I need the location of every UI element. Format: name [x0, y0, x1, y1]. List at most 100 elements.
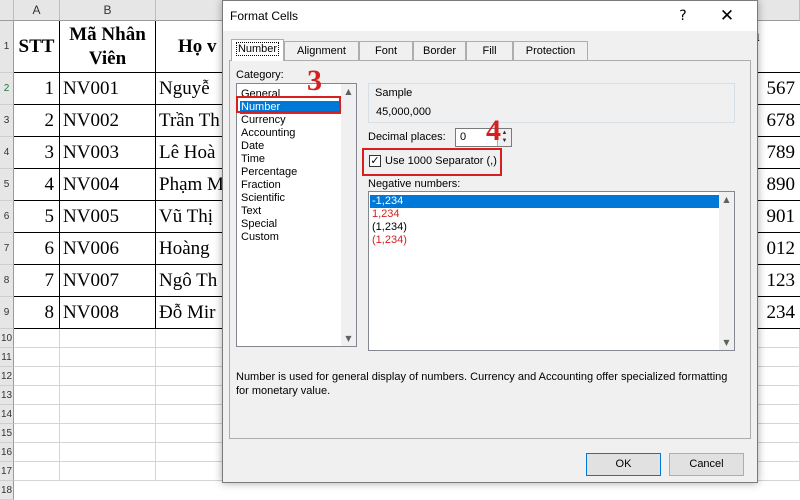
row-header[interactable]: 11 — [0, 348, 14, 367]
empty-cell[interactable] — [60, 367, 156, 386]
tab-number[interactable]: Number — [231, 39, 284, 61]
negative-numbers-list[interactable]: -1,234 1,234 (1,234) (1,234) ▲ ▼ — [368, 191, 735, 351]
row-header[interactable]: 6 — [0, 201, 14, 233]
scroll-up-icon[interactable]: ▲ — [719, 192, 734, 207]
header-cell-stt[interactable]: STT — [14, 21, 60, 73]
empty-cell[interactable] — [14, 329, 60, 348]
category-item-time[interactable]: Time — [240, 153, 341, 166]
empty-cell[interactable] — [156, 405, 226, 424]
empty-cell[interactable] — [14, 367, 60, 386]
cell-stt[interactable]: 3 — [14, 137, 60, 169]
tab-alignment[interactable]: Alignment — [284, 41, 359, 60]
title-bar[interactable]: Format Cells ? ✕ — [223, 1, 757, 31]
empty-cell[interactable] — [156, 443, 226, 462]
cell-ho-ten[interactable]: Lê Hoà — [156, 137, 226, 169]
row-header[interactable]: 1 — [0, 21, 14, 73]
row-header[interactable]: 8 — [0, 265, 14, 297]
cell-ma-nhan-vien[interactable]: NV002 — [60, 105, 156, 137]
column-header-b[interactable]: B — [60, 0, 156, 21]
row-header[interactable]: 4 — [0, 137, 14, 169]
category-item-special[interactable]: Special — [240, 218, 341, 231]
empty-cell[interactable] — [14, 348, 60, 367]
row-header[interactable]: 13 — [0, 386, 14, 405]
decimal-places-input[interactable]: 0 ▲ ▼ — [455, 128, 512, 147]
cell-ma-nhan-vien[interactable]: NV008 — [60, 297, 156, 329]
cell-ma-nhan-vien[interactable]: NV004 — [60, 169, 156, 201]
category-item-text[interactable]: Text — [240, 205, 341, 218]
negative-option[interactable]: (1,234) — [370, 234, 720, 247]
empty-cell[interactable] — [14, 386, 60, 405]
tab-protection[interactable]: Protection — [513, 41, 588, 60]
ok-button[interactable]: OK — [586, 453, 661, 476]
row-header[interactable]: 16 — [0, 443, 14, 462]
row-header[interactable]: 3 — [0, 105, 14, 137]
cell-ma-nhan-vien[interactable]: NV007 — [60, 265, 156, 297]
close-icon[interactable]: ✕ — [715, 5, 739, 27]
row-header[interactable]: 12 — [0, 367, 14, 386]
cell-ma-nhan-vien[interactable]: NV003 — [60, 137, 156, 169]
empty-cell[interactable] — [60, 386, 156, 405]
cell-ho-ten[interactable]: Hoàng — [156, 233, 226, 265]
category-scrollbar[interactable]: ▲ ▼ — [341, 84, 356, 346]
empty-cell[interactable] — [156, 329, 226, 348]
empty-cell[interactable] — [14, 462, 60, 481]
tab-border[interactable]: Border — [413, 41, 466, 60]
row-header[interactable]: 14 — [0, 405, 14, 424]
empty-cell[interactable] — [60, 348, 156, 367]
empty-cell[interactable] — [156, 367, 226, 386]
cell-ho-ten[interactable]: Nguyễ — [156, 73, 226, 105]
row-header[interactable]: 5 — [0, 169, 14, 201]
header-cell-ma-nhan-vien[interactable]: Mã Nhân Viên — [60, 21, 156, 73]
tab-font[interactable]: Font — [359, 41, 413, 60]
negative-option[interactable]: 1,234 — [370, 208, 720, 221]
category-item-currency[interactable]: Currency — [240, 114, 341, 127]
category-item-date[interactable]: Date — [240, 140, 341, 153]
cell-stt[interactable]: 1 — [14, 73, 60, 105]
cell-stt[interactable]: 5 — [14, 201, 60, 233]
empty-cell[interactable] — [60, 443, 156, 462]
cell-ho-ten[interactable]: Vũ Thị — [156, 201, 226, 233]
scroll-down-icon[interactable]: ▼ — [719, 335, 734, 350]
cell-ho-ten[interactable]: Ngô Th — [156, 265, 226, 297]
category-item-fraction[interactable]: Fraction — [240, 179, 341, 192]
cell-stt[interactable]: 2 — [14, 105, 60, 137]
tab-fill[interactable]: Fill — [466, 41, 513, 60]
empty-cell[interactable] — [14, 424, 60, 443]
empty-cell[interactable] — [156, 462, 226, 481]
help-icon[interactable]: ? — [671, 5, 695, 27]
corner-select-all[interactable] — [0, 0, 14, 21]
row-header[interactable]: 2 — [0, 73, 14, 105]
negative-scrollbar[interactable]: ▲ ▼ — [719, 192, 734, 350]
row-header[interactable]: 9 — [0, 297, 14, 329]
empty-cell[interactable] — [156, 424, 226, 443]
column-header-c[interactable] — [156, 0, 226, 21]
cell-stt[interactable]: 8 — [14, 297, 60, 329]
empty-cell[interactable] — [14, 443, 60, 462]
negative-option[interactable]: (1,234) — [370, 221, 720, 234]
empty-cell[interactable] — [14, 405, 60, 424]
category-item-accounting[interactable]: Accounting — [240, 127, 341, 140]
row-header[interactable]: 15 — [0, 424, 14, 443]
category-item-scientific[interactable]: Scientific — [240, 192, 341, 205]
row-header[interactable]: 17 — [0, 462, 14, 481]
empty-cell[interactable] — [60, 424, 156, 443]
cell-ma-nhan-vien[interactable]: NV001 — [60, 73, 156, 105]
category-item-custom[interactable]: Custom — [240, 231, 341, 244]
empty-cell[interactable] — [156, 348, 226, 367]
empty-cell[interactable] — [60, 462, 156, 481]
column-header-a[interactable]: A — [14, 0, 60, 21]
cell-ho-ten[interactable]: Phạm M — [156, 169, 226, 201]
category-list[interactable]: General Number Currency Accounting Date Time P… — [236, 83, 357, 347]
scroll-down-icon[interactable]: ▼ — [341, 331, 356, 346]
cell-stt[interactable]: 7 — [14, 265, 60, 297]
scroll-up-icon[interactable]: ▲ — [341, 84, 356, 99]
cell-stt[interactable]: 6 — [14, 233, 60, 265]
empty-cell[interactable] — [60, 405, 156, 424]
cell-stt[interactable]: 4 — [14, 169, 60, 201]
negative-option[interactable]: -1,234 — [370, 195, 720, 208]
cell-ho-ten[interactable]: Trần Th — [156, 105, 226, 137]
category-item-percentage[interactable]: Percentage — [240, 166, 341, 179]
empty-cell[interactable] — [156, 386, 226, 405]
row-header[interactable]: 10 — [0, 329, 14, 348]
cell-ho-ten[interactable]: Đỗ Mir — [156, 297, 226, 329]
